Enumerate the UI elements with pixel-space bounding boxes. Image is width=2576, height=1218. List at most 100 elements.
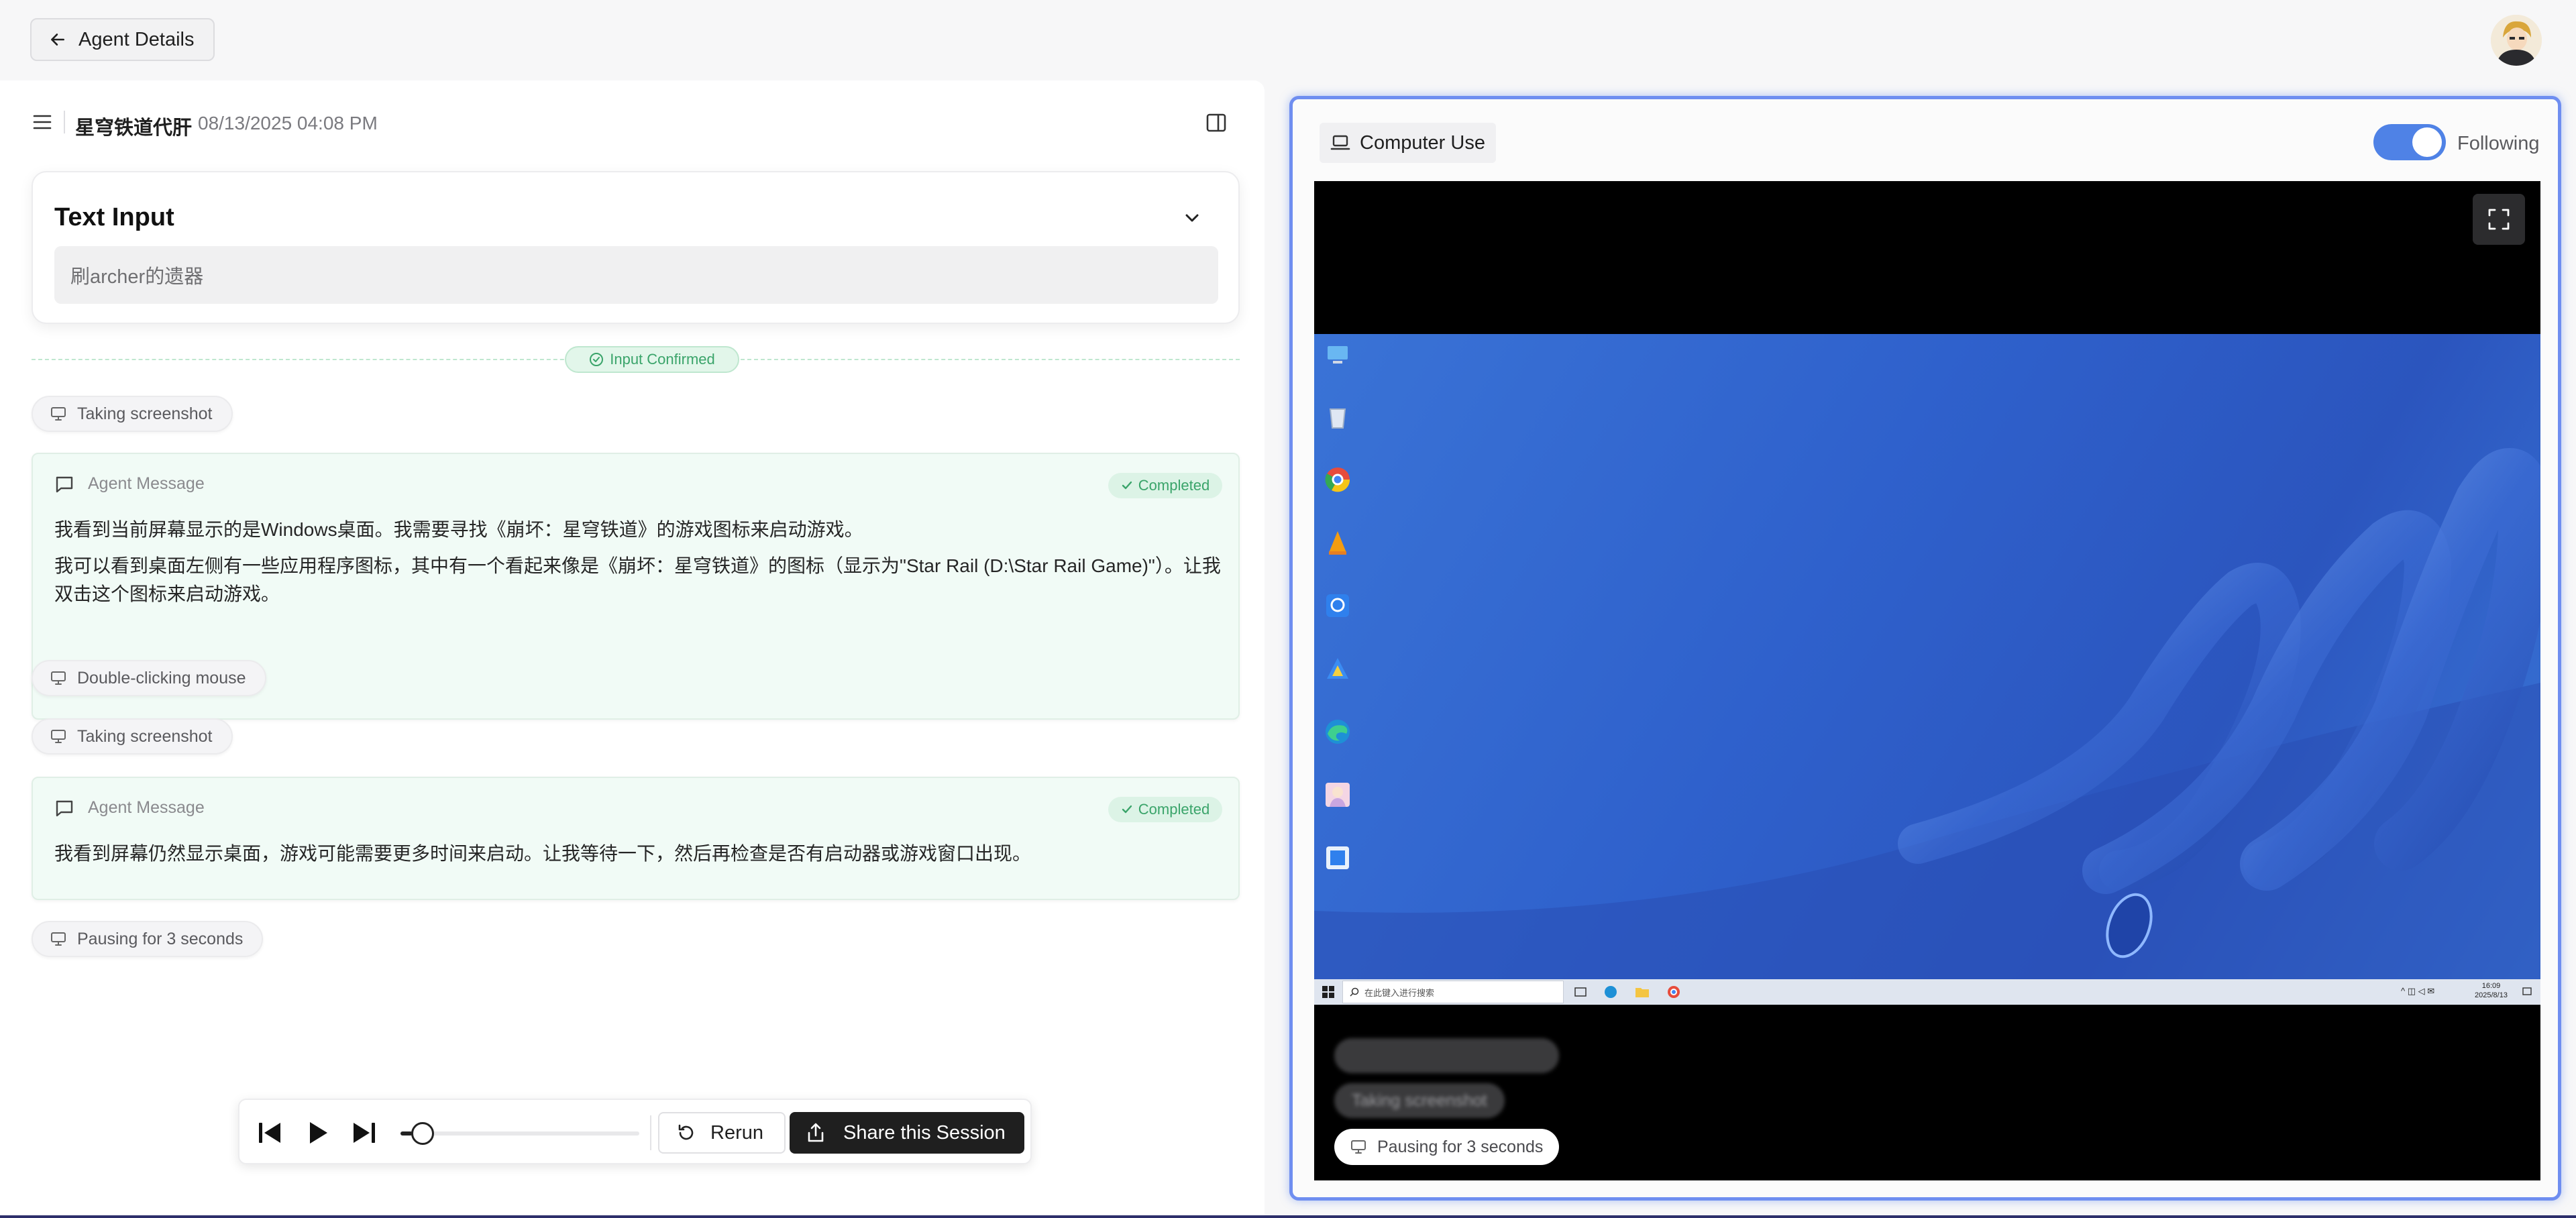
taskbar-clock[interactable]: 16:09 2025/8/13 [2475,981,2508,1000]
current-step-label: Pausing for 3 seconds [1377,1137,1544,1156]
app-icon [1326,846,1349,869]
computer-use-panel: Computer Use Following 在此键入进行搜索 ^ ◫ ◁ ✉ … [1289,96,2561,1201]
controls-divider [650,1115,651,1150]
desktop-icon-app[interactable] [1318,592,1357,623]
step-item[interactable]: Taking screenshot [32,396,233,432]
back-label: Agent Details [78,28,195,50]
edge-icon[interactable] [1604,985,1617,999]
text-input-value: 刷archer的遗器 [54,246,1218,304]
step-label: Taking screenshot [77,404,213,423]
monitor-icon [1351,1140,1366,1154]
desktop-icon-chrome[interactable] [1318,465,1357,497]
blurred-step-pill [1334,1038,1559,1073]
windows-start-icon[interactable] [1322,986,1334,998]
status-badge: Completed [1108,473,1222,498]
following-toggle[interactable] [2373,124,2446,160]
blurred-step-pill: Taking screenshot [1334,1083,1505,1118]
desktop-icon-vlc[interactable] [1318,529,1357,560]
computer-use-tab: Computer Use [1320,123,1496,163]
menu-icon[interactable] [32,113,52,131]
monitor-icon [51,932,66,946]
desktop-icon-recycle-bin[interactable] [1318,402,1357,434]
text-input-card: Text Input 刷archer的遗器 [32,171,1240,324]
avatar[interactable] [2491,15,2542,66]
rerun-button[interactable]: Rerun [658,1112,786,1154]
step-forward-icon[interactable] [351,1120,378,1146]
progress-slider[interactable] [400,1131,639,1136]
message-line: 我可以看到桌面左侧有一些应用程序图标，其中有一个看起来像是《崩坏：星穹铁道》的图… [54,555,1221,604]
message-line: 我看到屏幕仍然显示桌面，游戏可能需要更多时间来启动。让我等待一下，然后再检查是否… [54,843,1032,864]
agent-message-body: 我看到当前屏幕显示的是Windows桌面。我需要寻找《崩坏：星穹铁道》的游戏图标… [54,516,1222,616]
session-title: 星穹铁道代肝 [75,117,193,139]
windows-desktop: 在此键入进行搜索 ^ ◫ ◁ ✉ 16:09 2025/8/13 [1314,334,2540,1005]
desktop-icon-this-pc[interactable] [1318,341,1357,372]
top-bar: Agent Details [0,0,2576,80]
following-label: Following [2457,133,2540,154]
current-step-pill: Pausing for 3 seconds [1334,1129,1560,1165]
progress-thumb[interactable] [411,1122,434,1145]
playback-controls: Rerun Share this Session [238,1099,1032,1164]
user-avatar-icon [2491,15,2542,66]
back-to-agent-details-button[interactable]: Agent Details [30,18,215,61]
refresh-icon [678,1124,694,1140]
step-back-icon[interactable] [256,1120,283,1146]
remote-screen[interactable]: 在此键入进行搜索 ^ ◫ ◁ ✉ 16:09 2025/8/13 Taking … [1314,181,2540,1180]
rerun-label: Rerun [710,1121,763,1144]
agent-message-type: Agent Message [88,474,205,493]
header-divider [64,111,65,133]
edge-icon [1326,720,1350,744]
monitor-icon [51,671,66,685]
session-panel: 星穹铁道代肝 08/13/2025 04:08 PM Text Input 刷a… [0,80,1265,1218]
taskbar-search-placeholder: 在此键入进行搜索 [1364,987,1435,998]
chat-bubble-icon [56,476,73,492]
message-line: 我看到当前屏幕显示的是Windows桌面。我需要寻找《崩坏：星穹铁道》的游戏图标… [54,519,863,540]
app-icon [1327,658,1348,679]
bottom-strip [0,1215,2576,1218]
check-icon [1122,805,1132,814]
play-icon[interactable] [305,1120,331,1146]
step-item[interactable]: Pausing for 3 seconds [32,921,264,957]
expand-icon [2488,209,2510,230]
vlc-icon [1329,531,1346,555]
check-circle-icon [590,353,604,366]
fullscreen-button[interactable] [2473,194,2525,245]
system-tray-icons[interactable]: ^ ◫ ◁ ✉ [2401,986,2434,997]
step-item[interactable]: Taking screenshot [32,718,233,755]
agent-message-type: Agent Message [88,798,205,817]
check-icon [1122,481,1132,490]
chrome-icon[interactable] [1667,985,1680,999]
share-icon [808,1123,824,1142]
desktop-icon-app[interactable] [1318,655,1357,686]
search-icon [1350,987,1359,997]
text-input-title: Text Input [54,203,174,231]
chrome-icon [1325,467,1350,492]
clock-date: 2025/8/13 [2475,991,2508,999]
arrow-left-icon [51,34,64,46]
desktop-icon-star-rail[interactable] [1318,781,1357,812]
step-label: Double-clicking mouse [77,668,246,687]
monitor-icon [51,730,66,743]
desktop-icon-edge[interactable] [1318,718,1357,749]
app-icon [1326,594,1349,617]
computer-icon [1328,346,1348,364]
folder-icon[interactable] [1635,986,1650,998]
status-label: Completed [1138,801,1210,818]
toggle-knob [2412,127,2442,157]
notification-icon[interactable] [2522,987,2532,997]
chevron-down-icon[interactable] [1180,206,1204,230]
agent-message-card: Agent Message Completed 我看到屏幕仍然显示桌面，游戏可能… [32,777,1240,900]
task-view-icon[interactable] [1574,987,1587,997]
recycle-bin-icon [1329,408,1346,429]
sidebar-toggle-icon[interactable] [1205,112,1227,133]
blurred-step-label: Taking screenshot [1352,1091,1487,1110]
taskbar-search-input[interactable]: 在此键入进行搜索 [1342,981,1564,1003]
step-item[interactable]: Double-clicking mouse [32,660,266,696]
input-confirmed-badge: Input Confirmed [565,346,739,373]
wallpaper-bloom [1314,448,2540,979]
agent-message-header: Agent Message [54,474,205,494]
status-label: Completed [1138,477,1210,494]
desktop-icon-app[interactable] [1318,844,1357,875]
agent-message-body: 我看到屏幕仍然显示桌面，游戏可能需要更多时间来启动。让我等待一下，然后再检查是否… [54,840,1222,876]
share-session-button[interactable]: Share this Session [790,1112,1024,1154]
game-icon [1326,783,1350,807]
